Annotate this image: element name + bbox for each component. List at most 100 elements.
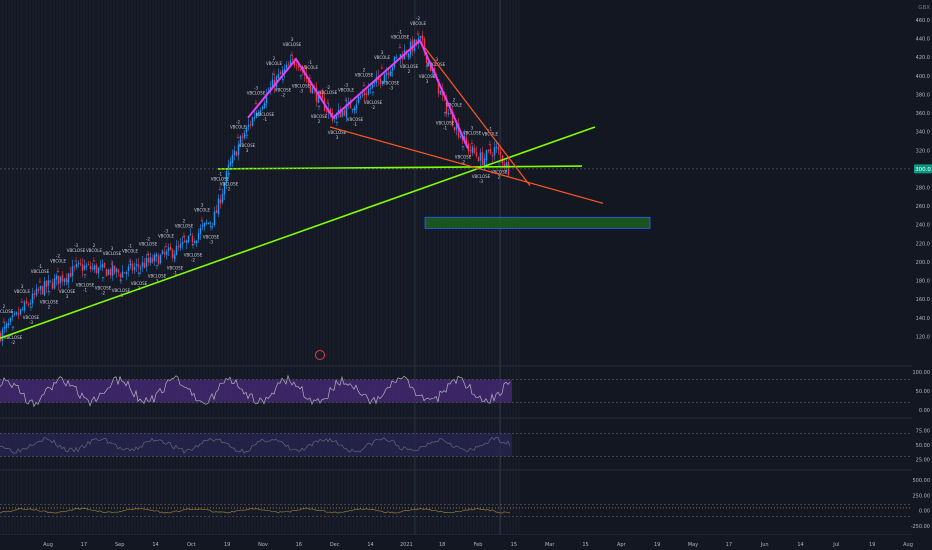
signal-count: -1: [443, 126, 447, 131]
candle-body: [13, 313, 16, 315]
buy-arrow-icon: ↑: [352, 107, 357, 115]
candle-body: [59, 276, 62, 283]
oscillator-2-pane[interactable]: [0, 433, 512, 457]
candle-body: [479, 152, 482, 161]
signal-label: VBCOLE: [158, 233, 175, 238]
price-tick-label: 240.0: [916, 223, 930, 229]
candle-body: [89, 265, 92, 269]
oscillator-tick-label: 0.00: [919, 408, 930, 414]
candle-body: [241, 136, 244, 138]
buy-arrow-icon: ↑: [298, 74, 303, 82]
oscillator-tick-label: 50.00: [916, 389, 930, 395]
candle-body: [341, 110, 344, 117]
signal-count: -1: [173, 270, 177, 275]
candle-body: [367, 88, 370, 95]
signal-label: VBCOLE: [338, 87, 355, 92]
candle-body: [357, 96, 360, 103]
buy-arrow-icon: ↑: [64, 279, 69, 287]
sell-arrow-icon: ↓: [289, 50, 294, 58]
buy-arrow-icon: ↑: [190, 243, 195, 251]
candle-body: [189, 234, 192, 236]
candle-body: [205, 222, 208, 224]
price-tick-label: 400.0: [916, 74, 930, 80]
signal-label: VBCLOSE: [247, 90, 266, 95]
candle-body: [131, 263, 134, 271]
oscillator-1-pane[interactable]: [0, 374, 512, 408]
signal-count: 2: [273, 56, 276, 61]
time-tick-label: Oct: [187, 542, 196, 548]
time-tick-label: 19: [654, 542, 660, 548]
candle-body: [447, 112, 450, 114]
candle-body: [291, 58, 294, 60]
time-tick-label: 19: [224, 542, 230, 548]
sell-arrow-icon: ↓: [181, 232, 186, 240]
candle-body: [0, 332, 2, 342]
candle-body: [7, 323, 10, 326]
candle-body: [153, 254, 156, 262]
buy-arrow-icon: ↑: [100, 275, 105, 283]
signal-count: 2: [498, 175, 501, 180]
signal-label: VBCLOSE: [31, 269, 50, 274]
signal-label: VBCLOSE: [319, 90, 338, 95]
candle-body: [47, 280, 50, 286]
sell-arrow-icon: ↓: [487, 140, 492, 148]
sell-arrow-icon: ↓: [37, 277, 42, 285]
candle-body: [99, 265, 102, 267]
candle-body: [147, 258, 150, 263]
signal-label: VBCLOSE: [67, 248, 86, 253]
buy-arrow-icon: ↑: [370, 90, 375, 98]
candle-body: [51, 282, 54, 289]
signal-count: -2: [236, 120, 240, 125]
sell-arrow-icon: ↓: [379, 63, 384, 71]
sell-arrow-icon: ↓: [127, 256, 132, 264]
candle-body: [105, 269, 108, 277]
signal-count: -2: [326, 85, 330, 90]
candle-body: [483, 158, 486, 166]
currency-label: GBX: [918, 5, 930, 11]
candle-body: [287, 64, 290, 66]
candle-body: [187, 235, 190, 242]
candle-body: [477, 157, 480, 162]
time-tick-label: Aug: [43, 542, 53, 548]
candle-body: [219, 199, 222, 204]
candle-body: [109, 269, 112, 276]
candle-body: [101, 264, 104, 268]
signal-count: -2: [146, 237, 150, 242]
signal-count: -1: [353, 122, 357, 127]
sell-arrow-icon: ↓: [469, 139, 474, 147]
candle-body: [453, 127, 456, 131]
candle-body: [107, 269, 110, 275]
candle-body: [33, 293, 36, 295]
candle-body: [215, 210, 218, 214]
sell-arrow-icon: ↓: [235, 133, 240, 141]
time-tick-label: 14: [367, 542, 373, 548]
candle-body: [495, 146, 498, 148]
candle-body: [135, 264, 138, 266]
signal-count: -1: [398, 30, 402, 35]
signal-count: -3: [209, 240, 213, 245]
candle-body: [343, 110, 346, 116]
candle-body: [73, 266, 76, 268]
candle-body: [21, 309, 24, 311]
candle-body: [151, 258, 154, 263]
candle-body: [195, 240, 198, 244]
signal-count: -1: [38, 264, 42, 269]
candle-body: [111, 265, 114, 276]
sell-arrow-icon: ↓: [109, 259, 114, 267]
candle-body: [19, 309, 22, 314]
price-tick-label: 220.0: [916, 241, 930, 247]
signal-count: 2: [408, 69, 411, 74]
buy-arrow-icon: ↑: [46, 290, 51, 298]
candle-body: [247, 124, 250, 127]
candle-body: [95, 264, 98, 274]
candle-body: [325, 111, 328, 113]
signal-count: -2: [371, 105, 375, 110]
signal-label: VBCLOSE: [391, 35, 410, 40]
stock-chart[interactable]: ↓VBCLOSE2↑VBCLOSE-2↓VBCOLE3↑VBCOSE-3↓VBC…: [0, 0, 932, 550]
sell-arrow-icon: ↓: [19, 297, 24, 305]
price-tick-label: 320.0: [916, 148, 930, 154]
signal-count: -1: [83, 287, 87, 292]
candle-body: [163, 252, 166, 254]
candle-body: [123, 272, 126, 274]
candle-body: [221, 193, 224, 203]
